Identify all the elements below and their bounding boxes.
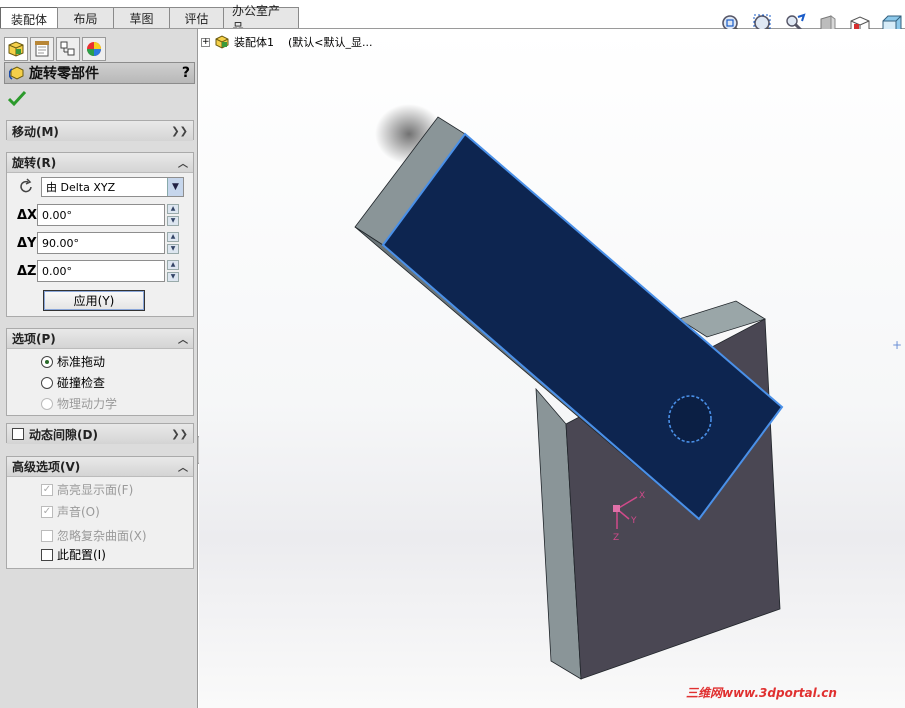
delta-z-label: ΔZ (17, 263, 37, 279)
collapse-chevron-icon[interactable]: ︿ (178, 155, 188, 170)
highlight-faces-label: 高亮显示面(F) (57, 483, 134, 497)
appearance-manager-icon[interactable] (82, 37, 106, 61)
triad-y-label: Y (630, 516, 637, 526)
this-configuration-option[interactable]: 此配置(I) (41, 546, 106, 563)
options-group-label: 选项(P) (12, 332, 56, 346)
assembly-name[interactable]: 装配体1 (234, 34, 274, 50)
checkbox-disabled (41, 529, 53, 542)
rotate-group-label: 旋转(R) (12, 156, 57, 170)
property-manager-icon[interactable] (30, 37, 54, 61)
delta-y-spinner[interactable]: ▲ ▼ (167, 232, 179, 254)
expand-tree-icon[interactable]: + (201, 37, 210, 47)
ignore-complex-surfaces-option: 忽略复杂曲面(X) (41, 527, 147, 544)
collapse-chevron-icon[interactable]: ︿ (178, 459, 188, 474)
checkbox-checked-disabled: ✓ (41, 505, 53, 518)
standard-drag-option[interactable]: 标准拖动 (41, 353, 105, 370)
tab-assembly[interactable]: 装配体 (0, 7, 58, 30)
move-group-label: 移动(M) (12, 124, 59, 139)
radio-disabled (41, 397, 53, 410)
triad-z-label: Z (613, 533, 619, 543)
sound-label: 声音(O) (57, 505, 100, 519)
delta-x-spinner[interactable]: ▲ ▼ (167, 204, 179, 226)
tab-office-products[interactable]: 办公室产品 (223, 4, 299, 35)
advanced-group-label: 高级选项(V) (12, 460, 81, 474)
dropdown-arrow-icon[interactable]: ▼ (167, 178, 183, 196)
radio-unselected[interactable] (41, 376, 53, 389)
help-button[interactable]: ? (182, 65, 190, 81)
property-manager-panel: 旋转零部件 ? 移动(M) ❯❯ 旋转(R) ︿ 由 Delta XYZ ▼ ΔX … (0, 29, 198, 708)
this-configuration-label: 此配置(I) (57, 548, 106, 562)
highlight-faces-option: ✓ 高亮显示面(F) (41, 481, 133, 498)
crosshair-cursor-icon: + (892, 338, 903, 352)
manager-tabs (4, 37, 106, 61)
tab-strip: 装配体 布局 草图 评估 办公室产品 (0, 4, 299, 35)
tab-evaluate[interactable]: 评估 (169, 7, 224, 29)
rotate-group: 旋转(R) ︿ 由 Delta XYZ ▼ ΔX 0.00° ▲ ▼ ΔY 90.0… (6, 152, 194, 317)
panel-title: 旋转零部件 (29, 66, 99, 82)
ignore-complex-label: 忽略复杂曲面(X) (57, 529, 147, 543)
advanced-options-group: 高级选项(V) ︿ ✓ 高亮显示面(F) ✓ 声音(O) 忽略复杂曲面(X) 此配置(… (6, 456, 194, 569)
panel-title-bar: 旋转零部件 ? (4, 62, 195, 84)
delta-x-input[interactable]: 0.00° (37, 204, 165, 226)
watermark: 三维网www.3dportal.cn (686, 686, 837, 700)
sound-option: ✓ 声音(O) (41, 503, 100, 520)
bar-hole[interactable] (668, 395, 712, 443)
rotate-component-icon (9, 66, 24, 80)
tab-sketch[interactable]: 草图 (113, 7, 170, 29)
radio-selected[interactable] (41, 355, 53, 368)
dynamic-clearance-checkbox[interactable] (12, 428, 24, 440)
options-group: 选项(P) ︿ 标准拖动 碰撞检查 物理动力学 (6, 328, 194, 416)
physical-dynamics-option: 物理动力学 (41, 395, 117, 412)
checkbox-checked-disabled: ✓ (41, 483, 53, 496)
delta-z-input[interactable]: 0.00° (37, 260, 165, 282)
collision-check-option[interactable]: 碰撞检查 (41, 374, 105, 391)
collision-check-label: 碰撞检查 (57, 376, 106, 390)
expand-chevron-icon[interactable]: ❯❯ (171, 126, 188, 137)
rotate-mode-icon (20, 178, 32, 193)
3d-model-scene[interactable]: X Y Z (199, 29, 905, 708)
triad-x-label: X (639, 491, 645, 501)
collapse-chevron-icon[interactable]: ︿ (178, 331, 188, 346)
configuration-manager-icon[interactable] (56, 37, 80, 61)
assembly-icon (215, 35, 229, 49)
feature-manager-icon[interactable] (4, 37, 28, 61)
apply-button[interactable]: 应用(Y) (43, 290, 145, 311)
this-configuration-checkbox[interactable] (41, 548, 53, 561)
assembly-configuration: (默认<默认_显... (288, 36, 373, 49)
ok-checkmark-icon[interactable] (7, 90, 27, 110)
physical-dynamics-label: 物理动力学 (57, 397, 118, 411)
rotate-mode-select[interactable]: 由 Delta XYZ ▼ (41, 177, 184, 197)
rotate-mode-value: 由 Delta XYZ (46, 181, 116, 194)
tab-layout[interactable]: 布局 (57, 7, 114, 29)
delta-y-input[interactable]: 90.00° (37, 232, 165, 254)
delta-z-spinner[interactable]: ▲ ▼ (167, 260, 179, 282)
dynamic-clearance-label: 动态间隙(D) (29, 427, 98, 442)
graphics-viewport[interactable]: X Y Z + 装配体1 (默认<默认_显... + 三维网www.3dport… (199, 29, 905, 708)
delta-x-label: ΔX (17, 207, 38, 223)
dynamic-clearance-group[interactable]: 动态间隙(D) ❯❯ (6, 423, 194, 444)
standard-drag-label: 标准拖动 (57, 355, 106, 369)
expand-chevron-icon[interactable]: ❯❯ (171, 429, 188, 440)
move-group[interactable]: 移动(M) ❯❯ (6, 120, 194, 141)
feature-tree-flyout: + 装配体1 (默认<默认_显... (201, 34, 373, 50)
delta-y-label: ΔY (17, 235, 37, 251)
